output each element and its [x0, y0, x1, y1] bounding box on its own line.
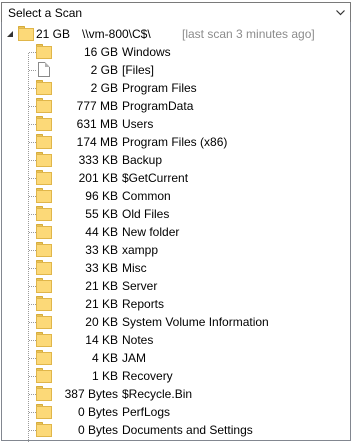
item-size: 777 MB	[76, 99, 118, 113]
tree-branch-line	[29, 106, 36, 107]
tree-branch-line	[29, 88, 36, 89]
tree-branch-line	[29, 304, 36, 305]
item-size: 21 KB	[85, 279, 118, 293]
item-size: 96 KB	[85, 189, 118, 203]
item-size: 0 Bytes	[77, 423, 118, 437]
item-size: 0 Bytes	[77, 405, 118, 419]
tree-row[interactable]: 55 KB Old Files	[2, 205, 350, 223]
tree-branch-line	[29, 52, 36, 53]
item-name: xampp	[122, 243, 159, 257]
item-size: 44 KB	[85, 225, 118, 239]
item-size: 16 GB	[83, 45, 118, 59]
last-scan-note: [last scan 3 minutes ago]	[182, 27, 315, 41]
item-name: Program Files (x86)	[122, 135, 228, 149]
tree-row[interactable]: 0 Bytes Documents and Settings	[2, 421, 350, 439]
item-name: System Volume Information	[122, 315, 269, 329]
item-name: $GetCurrent	[122, 171, 189, 185]
scan-select-label: Select a Scan	[8, 6, 83, 20]
tree-branch-line	[29, 178, 36, 179]
tree-row[interactable]: 2 GB [Files]	[2, 61, 350, 79]
tree-branch-line	[29, 70, 36, 71]
tree-row[interactable]: 20 KB System Volume Information	[2, 313, 350, 331]
item-name: Old Files	[122, 207, 170, 221]
tree-row[interactable]: 16 GB Windows	[2, 43, 350, 61]
item-size: 631 MB	[76, 117, 118, 131]
item-name: ProgramData	[122, 99, 194, 113]
tree-branch-line	[29, 268, 36, 269]
tree-branch-line	[29, 286, 36, 287]
item-size: 1 KB	[91, 369, 118, 383]
tree-row[interactable]: 21 KB Server	[2, 277, 350, 295]
item-name: Common	[122, 189, 171, 203]
tree-branch-line	[29, 214, 36, 215]
item-name: [Files]	[122, 63, 155, 77]
item-size: 20 KB	[85, 315, 118, 329]
item-size: 201 KB	[78, 171, 118, 185]
item-name: $Recycle.Bin	[122, 387, 193, 401]
tree-branch-line	[29, 358, 36, 359]
tree-row[interactable]: 777 MB ProgramData	[2, 97, 350, 115]
tree-branch-line	[29, 124, 36, 125]
root-path: \\vm-800\C$\	[82, 27, 151, 41]
item-size: 21 KB	[85, 297, 118, 311]
item-name: New folder	[122, 225, 180, 239]
item-size: 174 MB	[76, 135, 118, 149]
tree-branch-line	[29, 376, 36, 377]
tree-row[interactable]: 14 KB Notes	[2, 331, 350, 349]
scan-select-dropdown[interactable]: Select a Scan	[1, 2, 351, 23]
tree-row[interactable]: 96 KB Common	[2, 187, 350, 205]
tree-branch-line	[29, 196, 36, 197]
item-name: JAM	[122, 351, 146, 365]
tree-row[interactable]: 21 KB Reports	[2, 295, 350, 313]
chevron-down-icon[interactable]	[331, 3, 350, 22]
tree-row[interactable]: 33 KB xampp	[2, 241, 350, 259]
tree-row[interactable]: 2 GB Program Files	[2, 79, 350, 97]
item-name: Recovery	[122, 369, 173, 383]
tree-row[interactable]: 0 Bytes PerfLogs	[2, 403, 350, 421]
tree-branch-line	[29, 232, 36, 233]
item-size: 4 KB	[91, 351, 118, 365]
item-name: Windows	[122, 45, 171, 59]
tree-branch-line	[29, 340, 36, 341]
item-size: 333 KB	[78, 153, 118, 167]
tree-row[interactable]: 201 KB $GetCurrent	[2, 169, 350, 187]
item-name: Reports	[122, 297, 165, 311]
tree-branch-line	[29, 250, 36, 251]
tree-branch-line	[29, 322, 36, 323]
item-name: Misc	[122, 261, 147, 275]
folder-icon	[18, 26, 34, 41]
item-name: Users	[122, 117, 154, 131]
collapse-triangle-icon[interactable]	[5, 29, 15, 39]
tree-branch-line	[29, 430, 36, 431]
item-size: 2 GB	[90, 63, 118, 77]
item-name: Backup	[122, 153, 163, 167]
tree-row[interactable]: 44 KB New folder	[2, 223, 350, 241]
tree-row[interactable]: 4 KB JAM	[2, 349, 350, 367]
tree-branch-line	[29, 394, 36, 395]
folder-tree[interactable]: 21 GB \\vm-800\C$\ [last scan 3 minutes …	[1, 22, 351, 442]
item-name: Notes	[122, 333, 154, 347]
tree-row[interactable]: 631 MB Users	[2, 115, 350, 133]
root-size: 21 GB	[36, 27, 71, 41]
tree-row[interactable]: 174 MB Program Files (x86)	[2, 133, 350, 151]
item-name: Program Files	[122, 81, 197, 95]
tree-row[interactable]: 387 Bytes $Recycle.Bin	[2, 385, 350, 403]
item-size: 33 KB	[85, 261, 118, 275]
item-name: Documents and Settings	[122, 423, 253, 437]
tree-row[interactable]: 333 KB Backup	[2, 151, 350, 169]
tree-root-row[interactable]: 21 GB \\vm-800\C$\ [last scan 3 minutes …	[2, 25, 350, 43]
item-size: 55 KB	[85, 207, 118, 221]
item-name: Server	[122, 279, 158, 293]
tree-row[interactable]: 33 KB Misc	[2, 259, 350, 277]
item-size: 14 KB	[85, 333, 118, 347]
tree-branch-line	[29, 160, 36, 161]
item-size: 2 GB	[90, 81, 118, 95]
tree-branch-line	[29, 412, 36, 413]
tree-branch-line	[29, 142, 36, 143]
item-size: 33 KB	[85, 243, 118, 257]
item-size: 387 Bytes	[64, 387, 118, 401]
tree-row[interactable]: 1 KB Recovery	[2, 367, 350, 385]
item-name: PerfLogs	[122, 405, 171, 419]
